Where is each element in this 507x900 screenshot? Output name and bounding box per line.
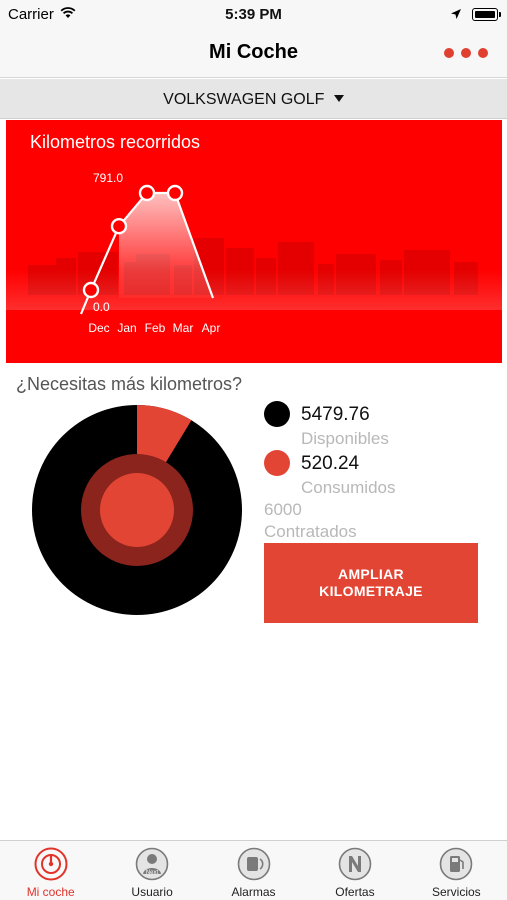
tab-ofertas[interactable]: Ofertas bbox=[304, 841, 405, 900]
usage-donut-chart bbox=[30, 403, 244, 617]
caret-down-icon bbox=[333, 95, 344, 102]
question-label: ¿Necesitas más kilometros? bbox=[16, 374, 243, 394]
speedometer-icon bbox=[34, 847, 68, 881]
disponibles-legend-dot bbox=[264, 401, 290, 427]
disponibles-label: Disponibles bbox=[301, 429, 389, 448]
x-tick-label-mar: Mar bbox=[173, 321, 194, 335]
car-selector-label: VOLKSWAGEN GOLF bbox=[163, 91, 325, 108]
tab-label-usuario: Usuario bbox=[131, 885, 173, 899]
ampliar-button-line1: AMPLIAR bbox=[338, 566, 404, 582]
contratados-value: 6000 bbox=[264, 500, 302, 519]
tab-bar: Mi coche Next Usuario Alarmas Ofertas Se… bbox=[0, 840, 507, 900]
chart-point-mar bbox=[166, 184, 184, 202]
tab-label-mi-coche: Mi coche bbox=[26, 885, 75, 899]
car-selector-dropdown[interactable]: VOLKSWAGEN GOLF bbox=[0, 79, 507, 119]
tab-mi-coche[interactable]: Mi coche bbox=[0, 841, 101, 900]
alarm-icon bbox=[237, 847, 271, 881]
status-time: 5:39 PM bbox=[225, 6, 282, 23]
svg-text:Next: Next bbox=[146, 870, 159, 876]
x-tick-label-feb: Feb bbox=[145, 321, 166, 335]
tab-usuario[interactable]: Next Usuario bbox=[101, 841, 202, 900]
consumidos-label: Consumidos bbox=[301, 478, 396, 497]
more-options-icon[interactable] bbox=[444, 46, 488, 60]
x-tick-label-apr: Apr bbox=[202, 321, 221, 335]
navigation-bar: Mi Coche bbox=[0, 28, 507, 78]
chart-point-jan bbox=[110, 218, 128, 235]
battery-icon bbox=[472, 8, 501, 21]
kilometers-chart-panel: Dec Jan Feb Mar Apr 791.0 0.0 Kilometros rec… bbox=[6, 120, 502, 363]
tab-label-ofertas: Ofertas bbox=[335, 885, 375, 899]
contratados-label: Contratados bbox=[264, 522, 357, 541]
ampliar-button-line2: KILOMETRAJE bbox=[319, 583, 423, 599]
fuel-pump-icon bbox=[439, 847, 473, 881]
page-title: Mi Coche bbox=[209, 41, 298, 63]
status-bar: Carrier 5:39 PM bbox=[0, 0, 507, 28]
tab-label-alarmas: Alarmas bbox=[231, 885, 276, 899]
kilometers-chart: Dec Jan Feb Mar Apr 791.0 0.0 bbox=[6, 171, 502, 335]
tab-label-servicios: Servicios bbox=[431, 885, 481, 899]
disponibles-value: 5479.76 bbox=[301, 404, 370, 425]
consumidos-value: 520.24 bbox=[301, 453, 360, 474]
chart-max-label: 791.0 bbox=[93, 171, 123, 185]
location-arrow-icon bbox=[450, 7, 462, 25]
chart-title: Kilometros recorridos bbox=[30, 132, 201, 152]
offers-icon bbox=[338, 847, 372, 881]
tab-servicios[interactable]: Servicios bbox=[406, 841, 507, 900]
x-tick-label-dec: Dec bbox=[88, 321, 109, 335]
ampliar-kilometraje-button[interactable]: AMPLIAR KILOMETRAJE bbox=[264, 543, 478, 623]
chart-min-label: 0.0 bbox=[93, 300, 110, 314]
chart-point-feb bbox=[138, 184, 156, 202]
donut-center bbox=[100, 473, 174, 547]
user-icon: Next bbox=[135, 847, 169, 881]
consumidos-legend-dot bbox=[264, 450, 290, 476]
chart-point-dec bbox=[82, 281, 100, 299]
tab-alarmas[interactable]: Alarmas bbox=[203, 841, 304, 900]
x-tick-label-jan: Jan bbox=[117, 321, 136, 335]
